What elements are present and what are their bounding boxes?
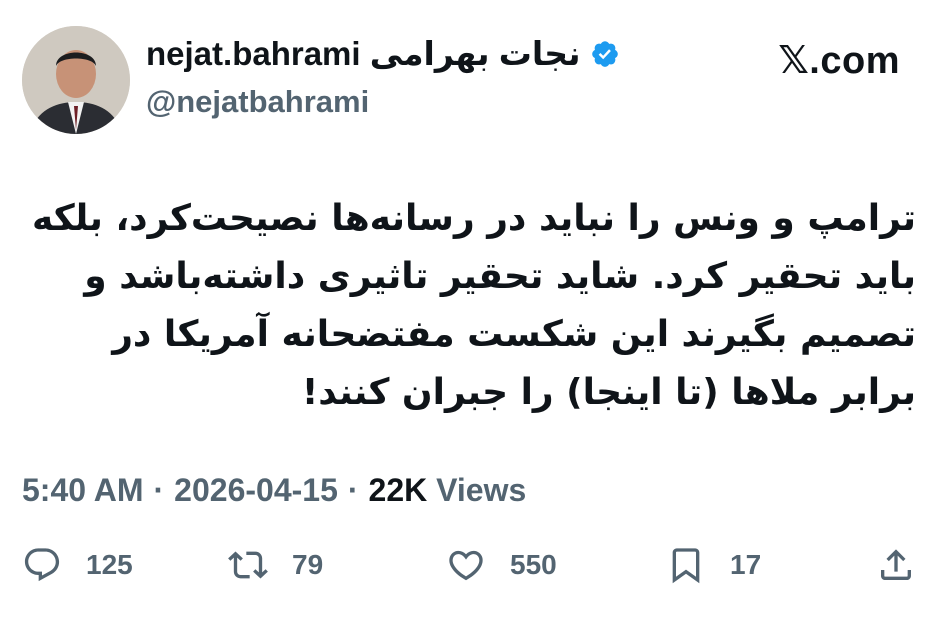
tweet-meta: 5:40 AM · 2026-04-15 · 22K Views [22,472,526,509]
tweet-text: ترامپ و ونس را نباید در رسانه‌ها نصیحت‌ک… [31,198,916,413]
meta-separator: · [153,472,165,508]
heart-icon [449,550,483,581]
avatar[interactable] [22,26,130,134]
tweet-date[interactable]: 2026-04-15 [174,472,338,509]
site-label: 𝕏.com [778,40,900,82]
bookmark-button[interactable]: 17 [666,545,761,585]
verified-badge-icon [590,39,620,69]
repost-icon [228,551,268,579]
repost-button[interactable]: 79 [228,545,323,585]
like-button[interactable]: 550 [446,545,557,585]
avatar-photo [22,26,130,134]
views-count: 22K [368,472,428,508]
repost-count: 79 [292,549,324,580]
bookmark-icon [672,548,700,584]
bookmark-count: 17 [730,549,762,580]
tweet-actions: 125 79 550 17 [0,545,942,595]
reply-icon [24,548,60,582]
like-count: 550 [510,549,557,580]
views-label: Views [436,472,527,508]
share-icon [881,549,911,580]
share-button[interactable] [876,545,916,585]
author-display-name-row[interactable]: nejat.bahrami نجات بهرامی [146,34,620,73]
meta-separator: · [347,472,359,508]
reply-button[interactable]: 125 [22,545,133,585]
author-handle[interactable]: @nejatbahrami [146,84,369,120]
author-display-name[interactable]: nejat.bahrami نجات بهرامی [146,34,580,73]
reply-count: 125 [86,549,133,580]
tweet-time[interactable]: 5:40 AM [22,472,144,509]
